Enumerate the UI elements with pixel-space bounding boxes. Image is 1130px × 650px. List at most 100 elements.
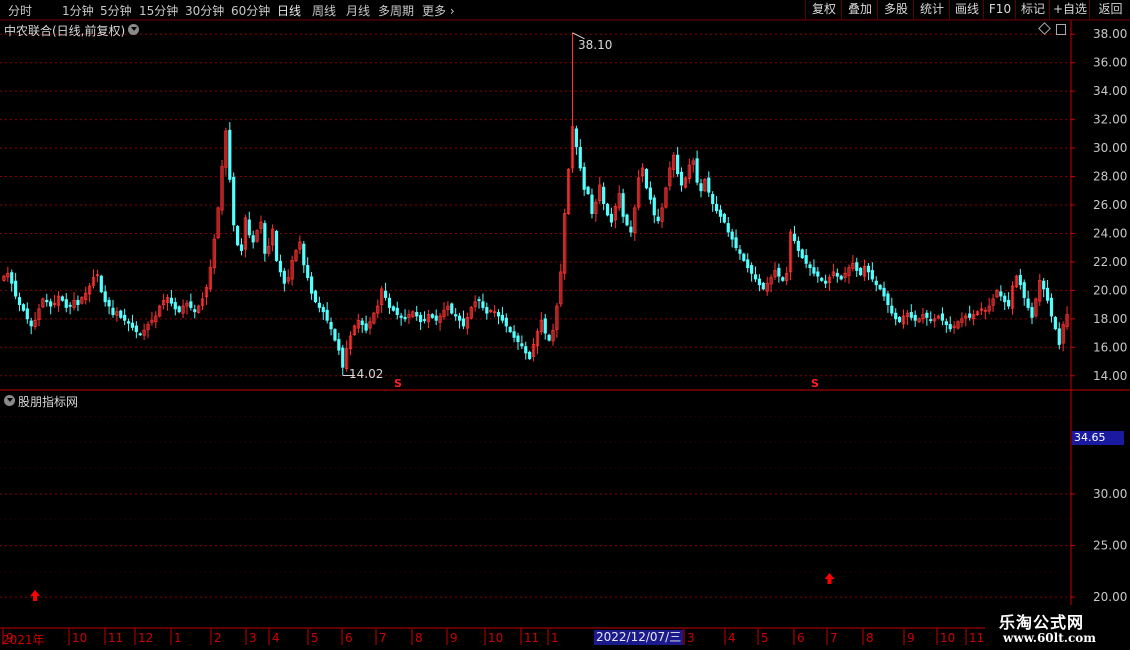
candle-body — [999, 291, 1003, 297]
candle-body — [874, 280, 878, 286]
title-dropdown-icon[interactable] — [128, 24, 139, 35]
candle-body — [76, 299, 80, 306]
candle-body — [590, 194, 594, 214]
candle-body — [60, 296, 64, 301]
candle-body — [126, 321, 131, 324]
candle-body — [925, 312, 929, 318]
x-tick-label: 6 — [797, 631, 805, 645]
candle-body — [399, 315, 403, 318]
candle-body — [341, 347, 345, 368]
candle-body — [1003, 295, 1007, 303]
candle-body — [278, 260, 283, 273]
panel-icon[interactable] — [1056, 24, 1066, 35]
candle-body — [898, 317, 902, 323]
candle-body — [714, 203, 719, 212]
candle-body — [676, 154, 680, 175]
x-tick-label: 11 — [108, 631, 124, 645]
sell-signal-mark: S — [394, 377, 402, 390]
x-tick-label: 4 — [272, 631, 280, 645]
candlestick-series — [2, 32, 1069, 376]
candle-body — [232, 176, 236, 226]
x-tick-label: 5 — [311, 631, 319, 645]
y-tick-label: 25.00 — [1093, 539, 1127, 553]
x-tick-label: 10 — [488, 631, 504, 645]
candle-body — [29, 320, 33, 327]
x-tick-label: 3 — [687, 631, 695, 645]
candle-body — [968, 313, 972, 318]
candle-body — [707, 177, 711, 193]
main-title-text: 中农联合(日线,前复权) — [4, 24, 126, 38]
x-tick-label: 3 — [249, 631, 257, 645]
indicator-grid — [0, 416, 1071, 598]
y-tick-label: 22.00 — [1093, 255, 1127, 269]
candle-body — [644, 169, 649, 189]
candle-body — [948, 324, 952, 330]
candle-body — [711, 193, 715, 204]
x-tick-label: 1 — [551, 631, 559, 645]
watermark-line1: 乐淘公式网 — [999, 613, 1085, 632]
candle-body — [882, 287, 886, 297]
x-tick-label: 10 — [940, 631, 956, 645]
candle-body — [824, 280, 828, 284]
candle-body — [360, 320, 364, 325]
y-tick-label: 24.00 — [1093, 226, 1127, 240]
candle-body — [835, 272, 839, 277]
candle-body — [239, 244, 244, 251]
indicator-dropdown-icon[interactable] — [4, 395, 15, 406]
candle-body — [49, 301, 53, 307]
up-arrow-marker — [30, 590, 41, 601]
x-tick-label: 7 — [830, 631, 838, 645]
candle-body — [602, 186, 606, 204]
y-tick-label: 28.00 — [1093, 170, 1127, 184]
candle-body — [777, 267, 781, 277]
y-tick-label: 16.00 — [1093, 340, 1127, 354]
y-tick-label: 30.00 — [1093, 487, 1127, 501]
candle-body — [313, 290, 318, 303]
candle-body — [99, 275, 103, 293]
candle-body — [792, 233, 797, 241]
candle-body — [866, 265, 871, 273]
candle-body — [395, 307, 399, 315]
main-grid — [0, 33, 1071, 377]
candle-body — [434, 315, 438, 321]
candle-body — [812, 267, 816, 274]
indicator-value-label: 34.65 — [1072, 431, 1124, 445]
candle-body — [1042, 280, 1046, 290]
candle-body — [123, 314, 127, 321]
candle-body — [329, 322, 333, 330]
candle-body — [718, 209, 723, 217]
candle-body — [454, 314, 458, 317]
candle-body — [306, 265, 310, 278]
candle-body — [625, 214, 629, 226]
candle-body — [508, 326, 512, 333]
candle-body — [134, 325, 138, 333]
candle-body — [500, 314, 504, 321]
candle-body — [415, 312, 419, 317]
candle-body — [111, 307, 115, 315]
main-chart-title: 中农联合(日线,前复权) — [4, 22, 125, 39]
candle-body — [169, 297, 173, 304]
candle-body — [430, 314, 434, 318]
candle-body — [1018, 275, 1022, 286]
candle-body — [878, 285, 882, 290]
candle-body — [1053, 317, 1057, 330]
kline-chart: 14.00 16.00 18.00 20.00 22.00 24.00 26.00 28.00… — [0, 19, 1130, 645]
candle-body — [808, 264, 812, 269]
candle-body — [10, 272, 14, 284]
x-tick-label: 4 — [728, 631, 736, 645]
candle-body — [1026, 298, 1030, 308]
candle-body — [391, 306, 395, 311]
candle-body — [820, 277, 824, 281]
candle-body — [282, 270, 286, 284]
candle-body — [228, 129, 232, 180]
candle-body — [944, 321, 948, 325]
candle-body — [578, 146, 582, 169]
candle-body — [781, 277, 785, 281]
x-tick-label: 11 — [524, 631, 540, 645]
up-arrow-marker — [824, 573, 835, 584]
candle-body — [722, 213, 726, 223]
candle-body — [130, 322, 135, 328]
candle-body — [321, 307, 325, 313]
candle-body — [1022, 282, 1026, 298]
candle-body — [481, 301, 485, 308]
